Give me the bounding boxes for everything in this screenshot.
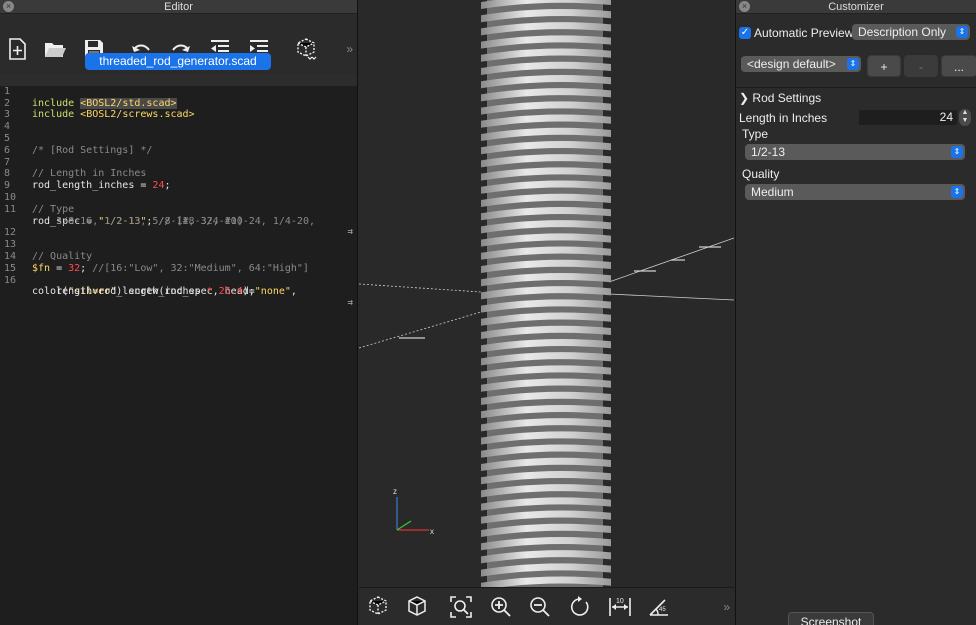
render-button[interactable]	[404, 594, 430, 620]
render-canvas: z x	[359, 0, 734, 587]
code-line: 2 include <BOSL2/screws.scad>	[0, 86, 357, 121]
preview-button[interactable]	[293, 36, 319, 62]
close-icon[interactable]: ×	[739, 1, 750, 12]
axis-line	[608, 293, 734, 301]
code-editor[interactable]: 1 include <BOSL2/std.scad> 2 include <BO…	[0, 74, 357, 625]
description-select-value: Description Only	[858, 25, 947, 39]
customizer-panel: × Customizer ✓ Automatic Preview Descrip…	[735, 0, 976, 625]
code-text: );	[242, 286, 255, 298]
axis-label-z: z	[393, 487, 397, 496]
length-input[interactable]: 24	[859, 110, 957, 125]
code-line: 7 // Length in Inches	[0, 145, 357, 180]
type-select[interactable]: 1/2-13 ⇕	[745, 144, 965, 160]
customizer-title-bar: × Customizer	[736, 0, 976, 14]
new-file-icon	[9, 38, 26, 60]
code-line: 4	[0, 109, 357, 132]
checkmark-icon: ✓	[740, 27, 750, 38]
screenshot-button[interactable]: Screenshot	[788, 612, 874, 625]
code-string: "none"	[254, 286, 291, 298]
axis-gizmo: z x	[393, 487, 434, 536]
view-toolbar: 10 45 »	[359, 587, 734, 625]
editor-panel: × Editor » threaded_rod_generator.scad 1…	[0, 0, 358, 625]
cube-preview-icon	[297, 38, 317, 60]
code-line: 1 include <BOSL2/std.scad>	[0, 74, 357, 109]
length-stepper[interactable]: ▲ ▼	[959, 109, 971, 126]
automatic-preview-label: Automatic Preview	[754, 26, 854, 40]
code-line: 9	[0, 168, 357, 191]
reset-view-button[interactable]	[567, 594, 593, 620]
more-options-button[interactable]: ...	[941, 55, 976, 77]
cube-preview-icon	[369, 596, 387, 615]
editor-title: Editor	[164, 1, 193, 13]
updown-arrow-icon: ⇕	[951, 146, 963, 158]
open-file-button[interactable]	[42, 36, 68, 62]
updown-arrow-icon: ⇕	[956, 26, 968, 38]
automatic-preview-checkbox[interactable]: ✓	[739, 27, 751, 39]
code-line: 6	[0, 133, 357, 156]
code-line: 13 // Quality	[0, 227, 357, 262]
code-line: 16 color("silver") screw(rod_spec, head=…	[0, 263, 357, 309]
code-line: 3	[0, 98, 357, 120]
remove-preset-button[interactable]: -	[904, 55, 938, 77]
type-label: Type	[742, 127, 769, 141]
quality-select-value: Medium	[751, 185, 794, 199]
code-line: 11 rod_spec = "1/2-13"; // [#8-32, #10-2…	[0, 192, 357, 238]
add-preset-button[interactable]: +	[867, 55, 901, 77]
view-toolbar-overflow-button[interactable]: »	[723, 600, 730, 614]
quality-label: Quality	[742, 167, 780, 181]
code-line-wrapped: 3/8-16, 1/2-13, 5/8-11, 3/4-10]	[0, 204, 357, 227]
description-select[interactable]: Description Only ⇕	[852, 24, 970, 40]
new-file-button[interactable]	[4, 36, 30, 62]
divider	[736, 87, 976, 88]
chevron-down-icon: ❯	[739, 91, 750, 105]
type-select-value: 1/2-13	[751, 145, 786, 159]
code-line: 5 /* [Rod Settings] */	[0, 121, 357, 156]
customizer-title: Customizer	[828, 1, 884, 13]
updown-arrow-icon: ⇕	[951, 186, 963, 198]
axis-label-x: x	[430, 527, 434, 536]
section-rod-settings[interactable]: ❯ Rod Settings	[739, 91, 821, 105]
zoom-in-button[interactable]	[488, 594, 514, 620]
code-line: 15	[0, 251, 357, 274]
axis-line	[359, 283, 482, 293]
editor-title-bar: × Editor	[0, 0, 357, 14]
cube-render-icon	[408, 596, 426, 616]
rotate-reset-icon	[570, 596, 589, 616]
file-tab[interactable]: threaded_rod_generator.scad	[85, 53, 271, 70]
section-title: Rod Settings	[752, 91, 822, 105]
angle-icon: 45	[649, 599, 668, 616]
code-line: 10 // Type	[0, 180, 357, 215]
axis-line	[359, 311, 482, 349]
code-text: ,	[290, 286, 297, 298]
svg-text:10: 10	[616, 598, 624, 605]
zoom-in-icon	[491, 597, 511, 617]
openscad-window: × Editor » threaded_rod_generator.scad 1…	[0, 0, 976, 625]
zoom-fit-icon	[450, 596, 472, 618]
code-line-wrapped: length=rod_length_inches * 25.4);	[0, 275, 357, 297]
quality-select[interactable]: Medium ⇕	[745, 184, 965, 200]
code-number: 25.4	[218, 286, 243, 298]
3d-viewport[interactable]: z x 10 45 »	[359, 0, 734, 625]
code-line: 14 $fn = 32; //[16:"Low", 32:"Medium", 6…	[0, 239, 357, 274]
measure-icon: 10	[609, 598, 631, 616]
svg-text:45: 45	[659, 607, 666, 613]
preset-select-value: <design default>	[747, 57, 836, 71]
folder-open-icon	[45, 43, 66, 57]
code-line: 8 rod_length_inches = 24;	[0, 157, 357, 191]
view-all-button[interactable]	[448, 594, 474, 620]
preview-view-button[interactable]	[365, 594, 391, 620]
measure-distance-button[interactable]: 10	[607, 594, 633, 620]
measure-angle-button[interactable]: 45	[646, 594, 672, 620]
wrap-icon: ⇉	[347, 298, 353, 309]
close-icon[interactable]: ×	[3, 1, 14, 12]
code-line: 12	[0, 216, 357, 238]
updown-arrow-icon: ⇕	[847, 58, 859, 70]
zoom-out-icon	[530, 597, 550, 617]
toolbar-overflow-button[interactable]: »	[346, 42, 353, 56]
length-label: Length in Inches	[739, 111, 828, 125]
code-text: length=rod_length_inches	[32, 286, 207, 298]
preset-select[interactable]: <design default> ⇕	[741, 56, 861, 72]
zoom-out-button[interactable]	[527, 594, 553, 620]
